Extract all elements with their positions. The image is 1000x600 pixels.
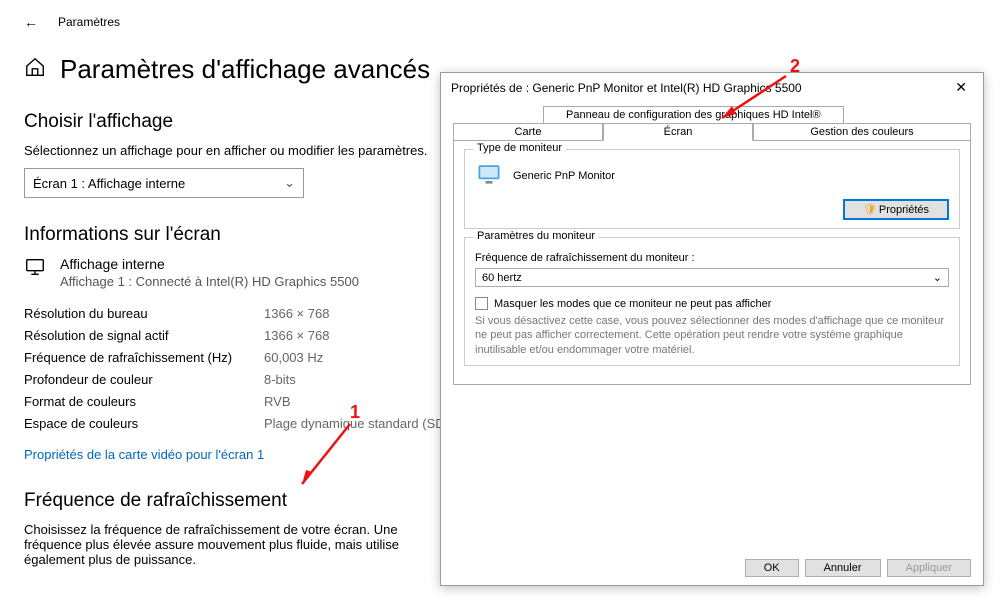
close-button[interactable]: ✕	[949, 79, 973, 96]
group-title: Type de moniteur	[473, 142, 566, 154]
refresh-desc: Choisissez la fréquence de rafraîchissem…	[24, 522, 444, 567]
tab-panel-screen: Type de moniteur Generic PnP Monitor 🛡Pr…	[453, 140, 971, 385]
display-subname: Affichage 1 : Connecté à Intel(R) HD Gra…	[60, 274, 359, 289]
topbar: ← Paramètres	[24, 12, 976, 32]
chevron-down-icon: ⌄	[933, 271, 942, 284]
monitor-icon	[24, 256, 46, 283]
tab-intel-panel[interactable]: Panneau de configuration des graphiques …	[543, 106, 844, 123]
hide-modes-label: Masquer les modes que ce moniteur ne peu…	[494, 298, 771, 310]
tab-card[interactable]: Carte	[453, 123, 603, 140]
monitor-type-group: Type de moniteur Generic PnP Monitor 🛡Pr…	[464, 149, 960, 229]
tab-screen[interactable]: Écran	[603, 123, 753, 141]
shield-icon: 🛡	[863, 204, 877, 216]
refresh-rate-value: 60 hertz	[482, 272, 522, 284]
adapter-properties-link[interactable]: Propriétés de la carte vidéo pour l'écra…	[24, 447, 264, 462]
display-select[interactable]: Écran 1 : Affichage interne ⌄	[24, 168, 304, 198]
hide-modes-checkbox[interactable]	[475, 297, 488, 310]
tab-color-management[interactable]: Gestion des couleurs	[753, 123, 971, 140]
refresh-rate-label: Fréquence de rafraîchissement du moniteu…	[475, 252, 949, 264]
cancel-button[interactable]: Annuler	[805, 559, 881, 577]
monitor-settings-group: Paramètres du moniteur Fréquence de rafr…	[464, 237, 960, 366]
page-title: Paramètres d'affichage avancés	[60, 54, 430, 85]
apply-button[interactable]: Appliquer	[887, 559, 971, 577]
group-title: Paramètres du moniteur	[473, 230, 599, 242]
breadcrumb: Paramètres	[58, 15, 120, 29]
home-icon	[24, 56, 46, 83]
display-name: Affichage interne	[60, 256, 359, 272]
hide-modes-hint: Si vous désactivez cette case, vous pouv…	[475, 314, 949, 357]
monitor-type-name: Generic PnP Monitor	[513, 170, 615, 182]
ok-button[interactable]: OK	[745, 559, 799, 577]
refresh-rate-select[interactable]: 60 hertz ⌄	[475, 268, 949, 287]
chevron-down-icon: ⌄	[284, 175, 295, 191]
back-button[interactable]: ←	[24, 14, 38, 30]
dialog-title: Propriétés de : Generic PnP Monitor et I…	[451, 81, 802, 95]
monitor-properties-button[interactable]: 🛡Propriétés	[843, 199, 949, 220]
display-select-value: Écran 1 : Affichage interne	[33, 176, 185, 191]
monitor-properties-dialog: Propriétés de : Generic PnP Monitor et I…	[440, 72, 984, 586]
monitor-icon	[475, 160, 503, 191]
